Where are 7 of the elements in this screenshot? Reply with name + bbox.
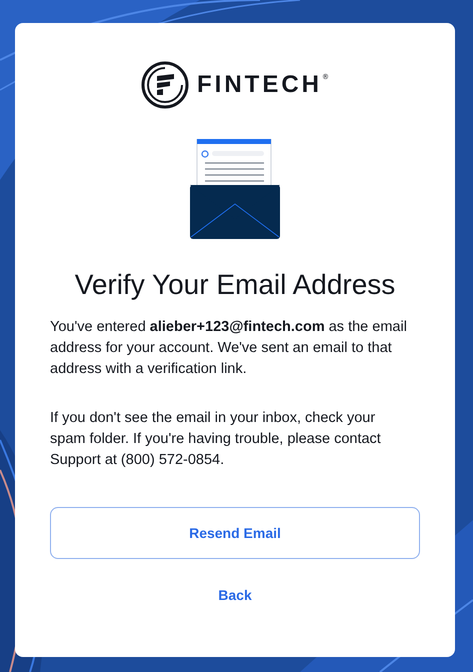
resend-email-button[interactable]: Resend Email [50,507,420,559]
page-title: Verify Your Email Address [74,269,396,301]
back-link[interactable]: Back [218,587,252,603]
body-paragraph: If you don't see the email in your inbox, check your spam folder. If you're having trouble, please contact Support at (800) 572-0854. [50,409,382,470]
logo-icon [141,61,189,109]
brand-name: FINTECH [197,71,322,99]
body-paragraph: You've entered alieber+123@fintech.com as the email address for your account. We've sent an email to that address with a verification link. [50,318,408,379]
